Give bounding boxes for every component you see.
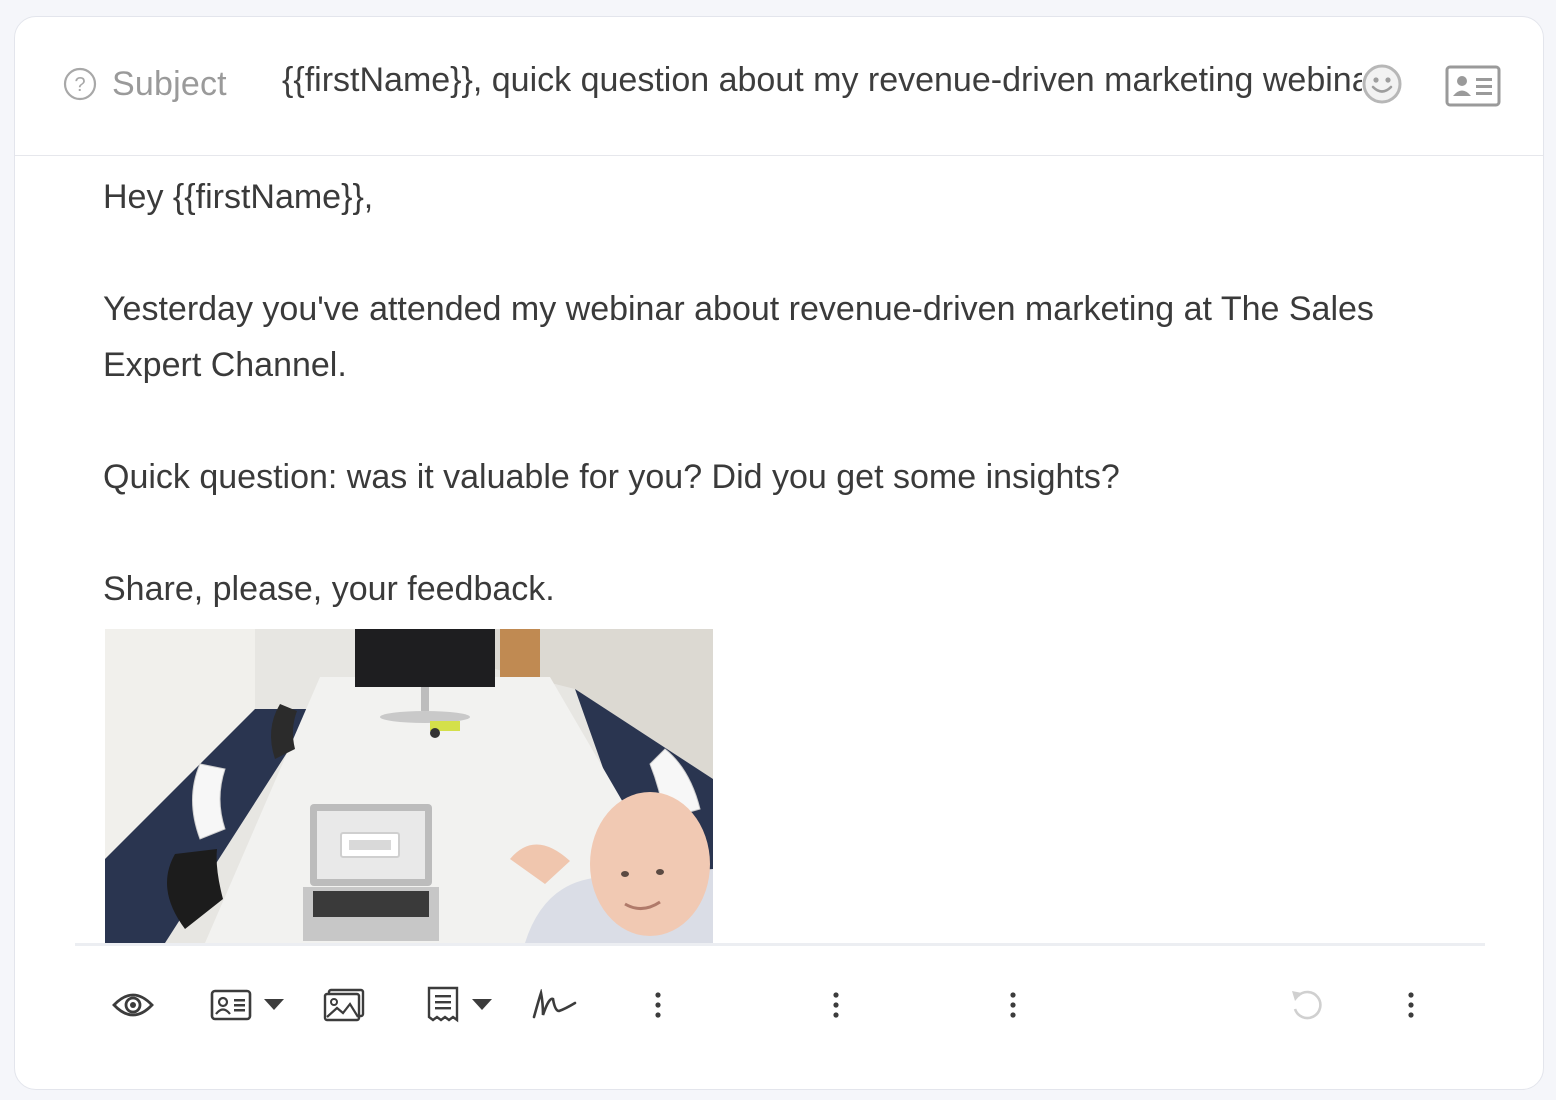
toolbar-divider xyxy=(75,943,1485,946)
subject-label: Subject xyxy=(112,65,227,103)
chevron-down-icon xyxy=(264,999,284,1011)
signature-icon[interactable] xyxy=(529,985,579,1025)
subject-row: ? Subject {{firstName}}, quick question … xyxy=(15,17,1543,156)
vertical-ellipsis-icon[interactable] xyxy=(823,985,849,1025)
eye-icon[interactable] xyxy=(111,985,155,1025)
insert-variable-button[interactable] xyxy=(207,985,287,1025)
document-icon xyxy=(426,986,460,1024)
image-icon[interactable] xyxy=(321,985,367,1025)
svg-text:?: ? xyxy=(74,74,85,96)
contact-card-icon xyxy=(210,989,252,1021)
body-paragraph: Quick question: was it valuable for you?… xyxy=(103,458,1120,496)
email-body[interactable]: Hey {{firstName}}, Yesterday you've atte… xyxy=(103,169,1433,617)
body-greeting: Hey {{firstName}}, xyxy=(103,178,374,216)
vertical-ellipsis-icon[interactable] xyxy=(1000,985,1026,1025)
smiley-icon[interactable] xyxy=(1361,63,1403,105)
vertical-ellipsis-icon[interactable] xyxy=(645,985,671,1025)
vertical-ellipsis-icon[interactable] xyxy=(1398,985,1424,1025)
email-editor-card: ? Subject {{firstName}}, quick question … xyxy=(14,16,1544,1090)
body-paragraph: Yesterday you've attended my webinar abo… xyxy=(103,290,1374,384)
template-button[interactable] xyxy=(421,985,497,1025)
undo-icon[interactable] xyxy=(1287,985,1327,1025)
editor-toolbar xyxy=(15,967,1543,1047)
embedded-photo[interactable] xyxy=(105,629,713,943)
question-circle-icon[interactable]: ? xyxy=(63,67,97,101)
subject-input[interactable]: {{firstName}}, quick question about my r… xyxy=(282,61,1362,100)
chevron-down-icon xyxy=(472,999,492,1011)
body-paragraph: Share, please, your feedback. xyxy=(103,570,555,608)
contact-card-icon[interactable] xyxy=(1445,65,1501,107)
